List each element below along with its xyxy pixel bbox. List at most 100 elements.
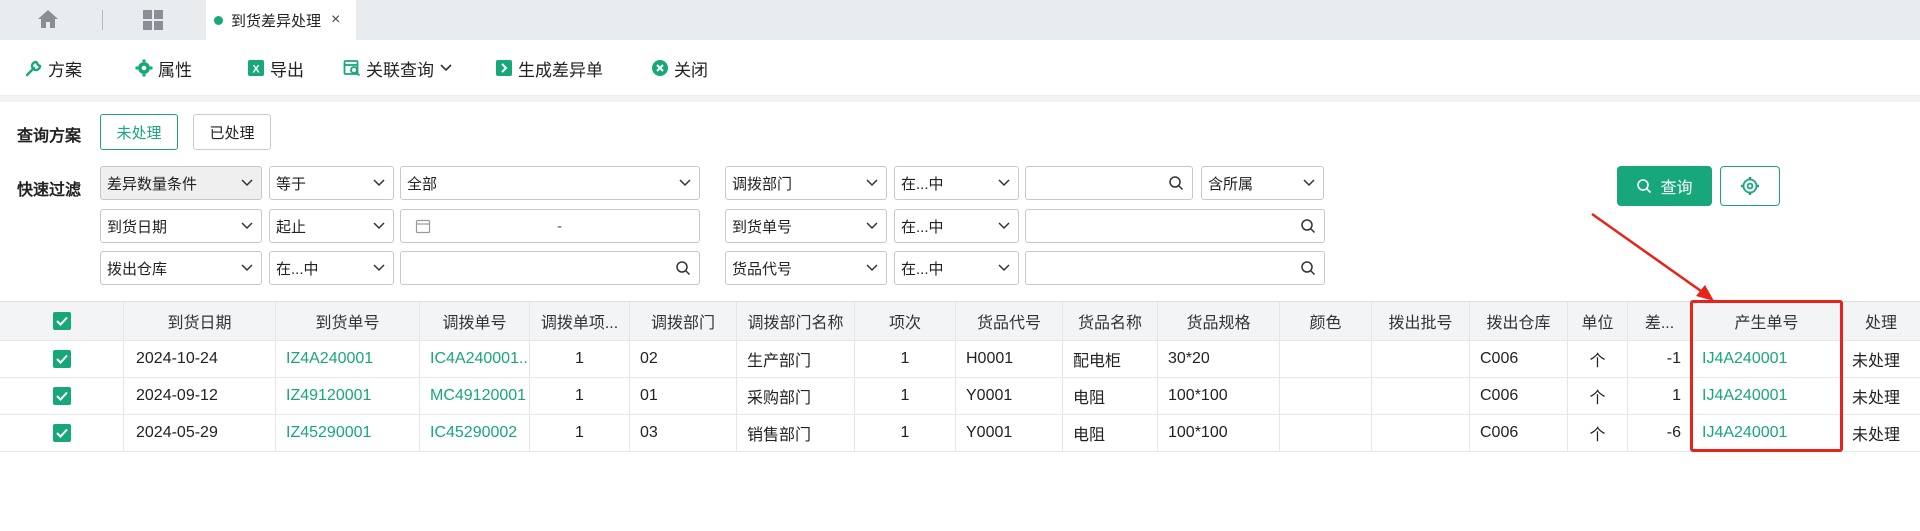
unit-cell: 个: [1568, 378, 1628, 414]
warehouse-search-input[interactable]: [400, 251, 700, 285]
table-row[interactable]: 2024-09-12 IZ49120001 MC49120001 1 01 采购…: [0, 378, 1920, 415]
filter-operator-select[interactable]: 在...中: [894, 209, 1019, 243]
transfer-number-link[interactable]: IC45290002: [420, 415, 530, 451]
arrival-number-link[interactable]: IZ4A240001: [276, 341, 420, 377]
search-icon: [1637, 179, 1652, 194]
row-select-cell[interactable]: [0, 378, 124, 414]
department-search-input[interactable]: [1025, 166, 1193, 200]
col-header[interactable]: 颜色: [1280, 302, 1372, 340]
tab-arrival-difference[interactable]: 到货差异处理 ×: [206, 0, 356, 40]
product-code-cell: Y0001: [956, 415, 1063, 451]
col-header[interactable]: 货品代号: [956, 302, 1063, 340]
generated-number-link[interactable]: IJ4A240001: [1692, 341, 1842, 377]
transfer-number-link[interactable]: IC4A240001...: [420, 341, 530, 377]
generate-difference-button[interactable]: 生成差异单: [494, 56, 603, 80]
plan-processed-button[interactable]: 已处理: [193, 114, 271, 150]
filter-field-select[interactable]: 调拨部门: [725, 166, 887, 200]
filter-operator-select[interactable]: 起止: [269, 209, 394, 243]
col-header[interactable]: 货品规格: [1158, 302, 1280, 340]
status-cell: 未处理: [1852, 390, 1901, 407]
search-icon[interactable]: [1168, 175, 1184, 191]
filter-operator-value: 在...中: [901, 260, 944, 278]
generated-number-link[interactable]: IJ4A240001: [1692, 378, 1842, 414]
col-header[interactable]: 差...: [1628, 302, 1692, 340]
filter-field-select[interactable]: 到货日期: [100, 209, 262, 243]
table-header-row: 到货日期 到货单号 调拨单号 调拨单项... 调拨部门 调拨部门名称 项次 货品…: [0, 302, 1920, 341]
search-icon[interactable]: [1300, 218, 1316, 234]
row-select-cell[interactable]: [0, 341, 124, 377]
table-row[interactable]: 2024-10-24 IZ4A240001 IC4A240001... 1 02…: [0, 341, 1920, 378]
query-plan-label: 查询方案: [17, 128, 82, 145]
tab-active-dot-icon: [214, 15, 223, 25]
chevron-down-icon: [440, 64, 452, 72]
chevron-down-icon: [998, 264, 1010, 272]
generate-icon: [494, 58, 514, 78]
related-query-label: 关联查询: [366, 60, 434, 80]
filter-operator-select[interactable]: 等于: [269, 166, 394, 200]
tab-close-icon[interactable]: ×: [331, 11, 340, 29]
include-subordinate-select[interactable]: 含所属: [1201, 166, 1324, 200]
row-checkbox[interactable]: [52, 350, 71, 368]
filter-field-value: 货品代号: [732, 260, 793, 278]
filter-operator-select[interactable]: 在...中: [269, 251, 394, 285]
generated-number-link[interactable]: IJ4A240001: [1692, 415, 1842, 451]
svg-text:X: X: [252, 64, 260, 76]
filter-field-select[interactable]: 拨出仓库: [100, 251, 262, 285]
calendar-icon[interactable]: [415, 218, 431, 234]
transfer-number-link[interactable]: MC49120001: [420, 378, 530, 414]
property-button[interactable]: 属性: [134, 56, 192, 80]
col-header[interactable]: 到货日期: [124, 302, 276, 340]
search-icon[interactable]: [675, 260, 691, 276]
col-header[interactable]: 拨出仓库: [1470, 302, 1568, 340]
col-header[interactable]: 调拨单项...: [530, 302, 630, 340]
filter-operator-value: 起止: [276, 218, 307, 236]
search-icon[interactable]: [1300, 260, 1316, 276]
home-icon[interactable]: [36, 8, 64, 32]
color-cell: [1280, 415, 1372, 451]
related-query-icon: [342, 58, 362, 78]
arrival-date-cell: 2024-10-24: [124, 341, 276, 377]
table-row[interactable]: 2024-05-29 IZ45290001 IC45290002 1 03 销售…: [0, 415, 1920, 452]
row-checkbox[interactable]: [52, 387, 71, 405]
col-header[interactable]: 调拨部门名称: [737, 302, 855, 340]
tab-divider: [102, 10, 103, 30]
date-range-input[interactable]: -: [400, 209, 700, 243]
tab-bar: 到货差异处理 ×: [0, 0, 1920, 40]
close-button[interactable]: 关闭: [650, 56, 708, 80]
product-spec-cell: 100*100: [1158, 378, 1280, 414]
filter-field-value: 调拨部门: [732, 175, 793, 193]
col-header[interactable]: 单位: [1568, 302, 1628, 340]
filter-value-select[interactable]: 全部: [400, 166, 700, 200]
col-header[interactable]: 货品名称: [1063, 302, 1158, 340]
filter-field-select[interactable]: 货品代号: [725, 251, 887, 285]
col-header[interactable]: 到货单号: [276, 302, 420, 340]
plan-unprocessed-button[interactable]: 未处理: [100, 114, 178, 150]
col-header[interactable]: 调拨部门: [630, 302, 737, 340]
col-header[interactable]: 调拨单号: [420, 302, 530, 340]
col-header[interactable]: 产生单号: [1692, 302, 1842, 340]
difference-cell: 1: [1628, 378, 1692, 414]
row-checkbox[interactable]: [52, 424, 71, 442]
col-header[interactable]: 拨出批号: [1372, 302, 1470, 340]
apps-grid-icon[interactable]: [142, 9, 166, 33]
transfer-item-cell: 1: [530, 378, 630, 414]
filter-operator-select[interactable]: 在...中: [894, 251, 1019, 285]
arrival-number-link[interactable]: IZ45290001: [276, 415, 420, 451]
filter-settings-button[interactable]: [1720, 166, 1780, 206]
product-code-search-input[interactable]: [1025, 251, 1325, 285]
filter-operator-select[interactable]: 在...中: [894, 166, 1019, 200]
select-all-cell[interactable]: [0, 302, 124, 340]
filter-field-select[interactable]: 到货单号: [725, 209, 887, 243]
arrival-number-link[interactable]: IZ49120001: [276, 378, 420, 414]
plan-button[interactable]: 方案: [24, 56, 82, 80]
col-header[interactable]: 处理: [1842, 302, 1920, 340]
export-button[interactable]: X 导出: [246, 56, 304, 80]
warehouse-cell: C006: [1470, 378, 1568, 414]
arrival-number-search-input[interactable]: [1025, 209, 1325, 243]
row-select-cell[interactable]: [0, 415, 124, 451]
query-button[interactable]: 查询: [1617, 166, 1712, 206]
related-query-button[interactable]: 关联查询: [342, 56, 452, 80]
filter-field-select[interactable]: 差异数量条件: [100, 166, 262, 200]
col-header[interactable]: 项次: [855, 302, 956, 340]
select-all-checkbox[interactable]: [52, 312, 71, 330]
